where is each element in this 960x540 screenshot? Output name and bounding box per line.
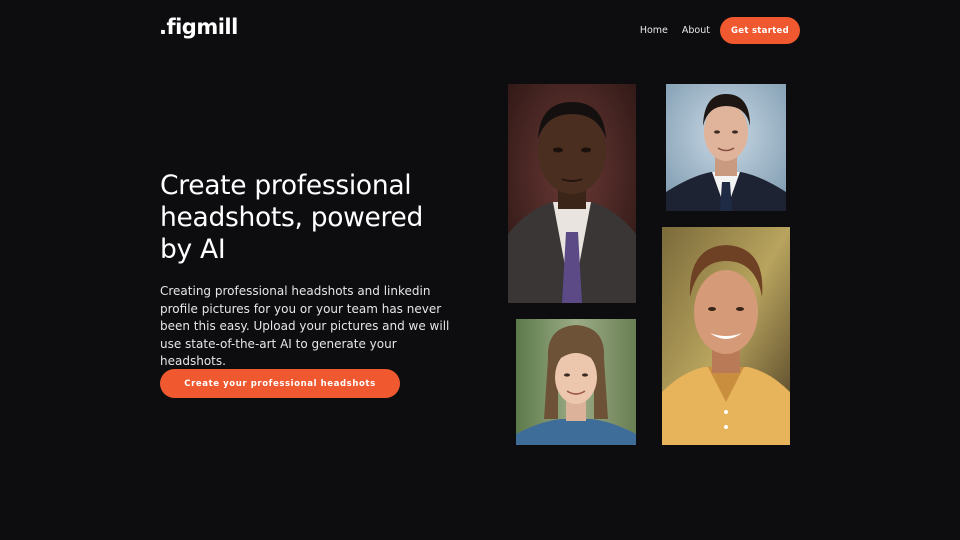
headshot-photo-4 [516,319,636,445]
top-nav: Home About Get started [640,17,800,44]
headshot-photo-2 [666,84,786,211]
get-started-button[interactable]: Get started [720,17,800,44]
nav-link-about[interactable]: About [682,25,710,36]
logo[interactable]: .figmill [159,15,238,39]
headshot-photo-3 [662,227,790,445]
landing-page: .figmill Home About Get started Create p… [0,0,960,540]
headshot-photo-1 [508,84,636,303]
hero-title: Create professional headshots, powered b… [160,170,424,265]
hero-description: Creating professional headshots and link… [160,284,450,368]
create-headshots-button[interactable]: Create your professional headshots [160,369,400,398]
nav-link-home[interactable]: Home [640,25,668,36]
